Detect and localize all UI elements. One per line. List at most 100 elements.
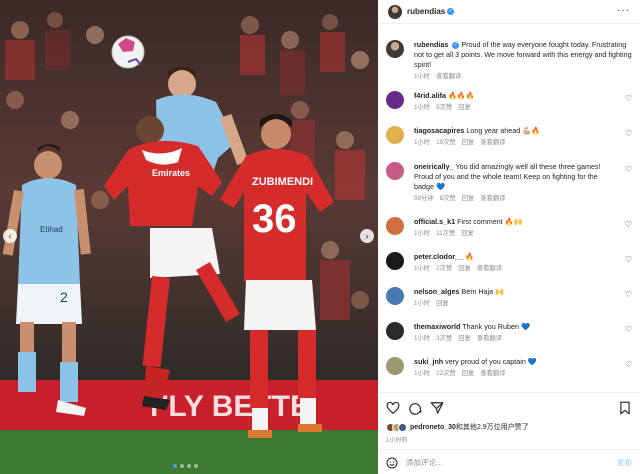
reply-button[interactable]: 回复 <box>461 229 474 239</box>
like-comment-heart-icon[interactable]: ♡ <box>625 360 632 369</box>
comments-list[interactable]: rubendias ✓ Proud of the way everyone fo… <box>378 34 640 390</box>
comment-username[interactable]: f4rid.alifa <box>414 91 446 100</box>
caption-username[interactable]: rubendias <box>414 40 448 49</box>
comment-time: 1小时 <box>414 265 431 272</box>
comment-likes[interactable]: 11次赞 <box>436 229 455 239</box>
liked-by-username[interactable]: pedroneto_30 <box>410 424 456 431</box>
carousel-dot <box>173 464 177 468</box>
liked-by-count[interactable]: 和其他2.9万位用户赞了 <box>456 424 529 431</box>
comment-username[interactable]: official.s_k1 <box>414 217 455 226</box>
verified-badge-icon: ✓ <box>452 41 460 49</box>
post-comment-button[interactable]: 发布 <box>617 457 632 468</box>
comment-likes[interactable]: 19次赞 <box>436 138 456 148</box>
comment-time: 1小时 <box>414 300 431 307</box>
translate-link[interactable]: 查看翻译 <box>477 264 502 274</box>
city-shorts-number: 2 <box>60 289 68 305</box>
ad-banner-text: FLY BETTE <box>150 390 310 423</box>
post-actions: pedroneto_30和其他2.9万位用户赞了 1小时前 添加评论... 发布 <box>378 392 640 474</box>
comment-text: 🔥 <box>465 252 475 261</box>
like-comment-heart-icon[interactable]: ♡ <box>625 129 632 138</box>
comment-likes[interactable]: 8次赞 <box>440 194 456 204</box>
reply-button[interactable]: 回复 <box>462 369 475 379</box>
match-photo-illustration: FLY BETTE Etihad 2 Emirates ZUBIMENDI 36 <box>0 0 378 474</box>
translate-link[interactable]: 查看翻译 <box>480 194 505 204</box>
comment-text: Long year ahead 💪🏼🔥 <box>466 126 541 135</box>
avatar[interactable] <box>386 322 404 340</box>
post-photo[interactable]: FLY BETTE Etihad 2 Emirates ZUBIMENDI 36… <box>0 0 378 474</box>
emoji-icon[interactable] <box>386 457 398 469</box>
comment-time: 1小时 <box>414 104 431 111</box>
header-username[interactable]: rubendias <box>407 7 445 16</box>
avatar <box>398 422 407 432</box>
reply-button[interactable]: 回复 <box>458 103 471 113</box>
heart-icon[interactable] <box>386 401 400 415</box>
zubimendi-name: ZUBIMENDI <box>252 176 313 188</box>
post-header: rubendias ✓ ··· <box>378 0 640 24</box>
add-comment-input[interactable]: 添加评论... <box>406 457 617 468</box>
avatar[interactable] <box>386 217 404 235</box>
comment-time: 1小时 <box>414 370 431 377</box>
comment-username[interactable]: themaxiworld <box>414 322 460 331</box>
liked-by[interactable]: pedroneto_30和其他2.9万位用户赞了 <box>386 422 529 432</box>
like-comment-heart-icon[interactable]: ♡ <box>625 255 632 264</box>
comment-username[interactable]: tiagosacapires <box>414 126 464 135</box>
translate-link[interactable]: 查看翻译 <box>480 138 505 148</box>
post-side-panel: rubendias ✓ ··· rubendias ✓ Proud of the… <box>378 0 640 474</box>
carousel-indicator <box>173 464 198 468</box>
like-comment-heart-icon[interactable]: ♡ <box>625 325 632 334</box>
carousel-dot <box>194 464 198 468</box>
carousel-dot <box>187 464 191 468</box>
avatar[interactable] <box>388 4 402 19</box>
more-horizontal-icon[interactable]: ··· <box>617 5 630 16</box>
like-comment-heart-icon[interactable]: ♡ <box>625 165 632 174</box>
comment-text: Thank you Ruben 💙 <box>462 322 530 331</box>
reply-button[interactable]: 回复 <box>462 138 475 148</box>
comment-likes[interactable]: 2次赞 <box>436 264 452 274</box>
comment-time: 1小时 <box>414 335 431 342</box>
bookmark-icon[interactable] <box>618 401 632 415</box>
avatar[interactable] <box>386 40 404 58</box>
share-icon[interactable] <box>430 401 444 415</box>
comment-text: very proud of you captain 💙 <box>445 357 537 366</box>
avatar[interactable] <box>386 252 404 270</box>
like-comment-heart-icon[interactable]: ♡ <box>625 290 632 299</box>
football <box>111 35 145 69</box>
reply-button[interactable]: 回复 <box>458 264 471 274</box>
comment-text: Bem Haja 🙌 <box>461 287 505 296</box>
comment-likes[interactable]: 22次赞 <box>436 369 456 379</box>
reply-button[interactable]: 回复 <box>458 334 471 344</box>
comment-username[interactable]: oneirically_ <box>414 162 454 171</box>
like-comment-heart-icon[interactable]: ♡ <box>625 220 632 229</box>
add-comment-bar: 添加评论... 发布 <box>378 449 640 474</box>
comment-time: 59分钟 <box>414 195 434 202</box>
caption-time: 1小时 <box>414 73 431 80</box>
translate-link[interactable]: 查看翻译 <box>436 72 461 82</box>
previous-photo-button[interactable]: ‹ <box>3 229 17 243</box>
avatar[interactable] <box>386 287 404 305</box>
comment-time: 1小时 <box>414 139 431 146</box>
post-timestamp: 1小时前 <box>386 438 408 444</box>
avatar[interactable] <box>386 162 404 180</box>
like-comment-heart-icon[interactable]: ♡ <box>625 94 632 103</box>
reply-button[interactable]: 回复 <box>436 299 449 309</box>
verified-badge-icon: ✓ <box>447 8 455 15</box>
avatar[interactable] <box>386 91 404 109</box>
comment-text: 🔥🔥🔥 <box>447 91 475 100</box>
comment-username[interactable]: peter.clodor__ <box>414 252 463 261</box>
comment-likes[interactable]: 3次赞 <box>436 334 452 344</box>
avatar[interactable] <box>386 126 404 144</box>
translate-link[interactable]: 查看翻译 <box>477 334 502 344</box>
chevron-right-icon: › <box>365 230 369 241</box>
translate-link[interactable]: 查看翻译 <box>480 369 505 379</box>
next-photo-button[interactable]: › <box>360 229 374 243</box>
comment-username[interactable]: nelson_alges <box>414 287 460 296</box>
chevron-left-icon: ‹ <box>8 230 12 241</box>
comment-time: 1小时 <box>414 230 431 237</box>
avatar[interactable] <box>386 357 404 375</box>
comment-text: First comment 🔥🙌 <box>457 217 523 226</box>
comment-icon[interactable] <box>408 401 422 415</box>
comment-username[interactable]: suki_jnh <box>414 357 443 366</box>
zubimendi-number: 36 <box>252 197 297 241</box>
comment-likes[interactable]: 5次赞 <box>436 103 452 113</box>
reply-button[interactable]: 回复 <box>462 194 475 204</box>
